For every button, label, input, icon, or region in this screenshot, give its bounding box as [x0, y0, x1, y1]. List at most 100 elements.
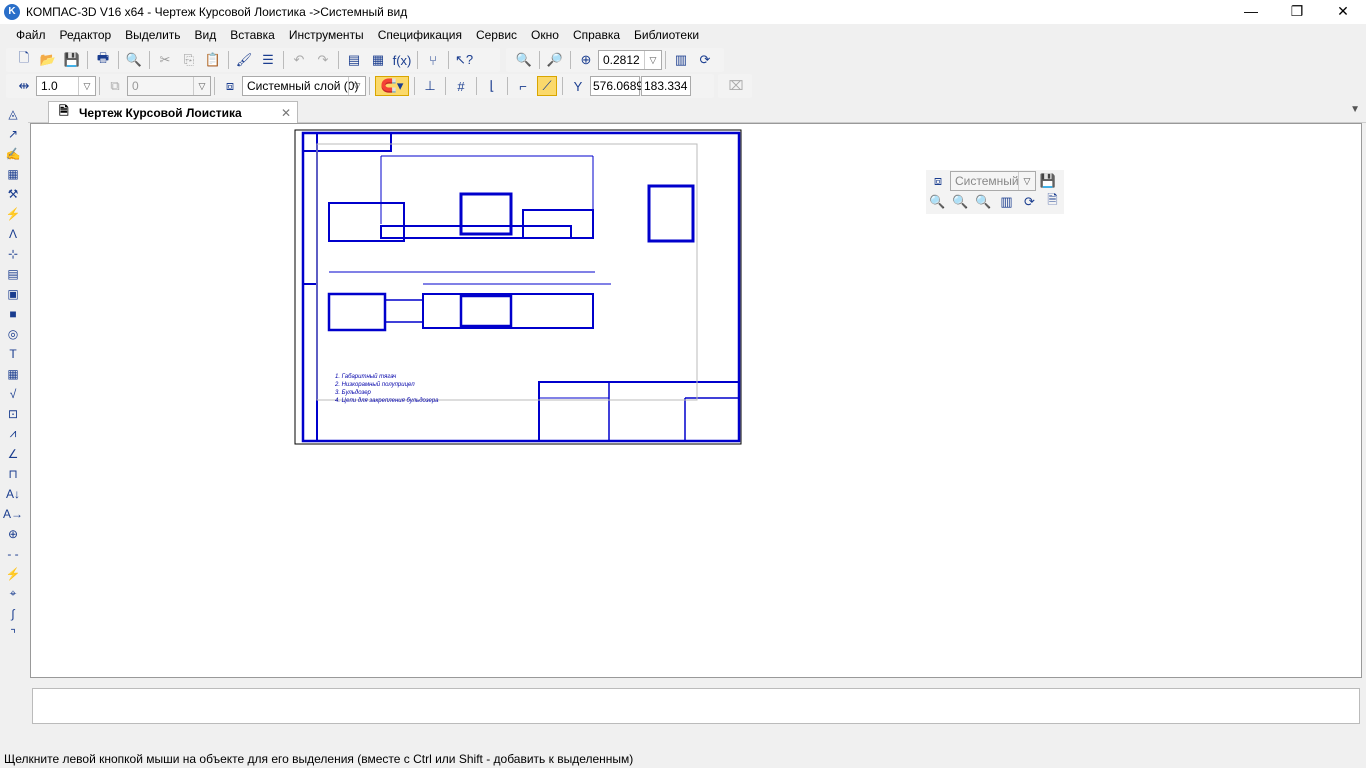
zoom-all-icon[interactable]: 🔍 [951, 192, 970, 212]
zoom-window-icon[interactable]: 🔍 [514, 50, 534, 70]
save-view-icon[interactable]: 💾 [1038, 171, 1058, 191]
variables-fx-icon[interactable]: f(x) [392, 50, 412, 70]
chevron-down-icon[interactable]: ▽ [644, 51, 661, 69]
measure-icon[interactable]: ⚡ [3, 204, 23, 223]
center-mark-icon[interactable]: ⌖ [3, 584, 23, 603]
text-icon[interactable]: T [3, 344, 23, 363]
angle-combo[interactable]: 0 ▽ [127, 76, 211, 96]
zoom-window-icon[interactable]: 🔍 [928, 192, 947, 212]
print-icon[interactable]: 🖶 [93, 50, 113, 70]
round-snap-icon[interactable]: ⟋ [537, 76, 557, 96]
paste-icon[interactable]: 📋 [203, 50, 223, 70]
refresh-icon[interactable]: ⟳ [695, 50, 715, 70]
layout-icon[interactable]: ▥ [997, 192, 1016, 212]
close-tab-icon[interactable]: ✕ [281, 106, 291, 120]
view-combo[interactable]: Системный ▽ [950, 171, 1036, 191]
menu-service[interactable]: Сервис [476, 28, 517, 42]
view-floating-panel: ⧈ Системный ▽ 💾 🔍 🔍 🔍 ▥ ⟳ 🗎 [926, 170, 1064, 214]
zoom-in-icon[interactable]: ⊕ [576, 50, 596, 70]
minimize-button[interactable]: — [1228, 0, 1274, 24]
fragment-icon[interactable]: ◎ [3, 324, 23, 343]
chevron-down-icon[interactable]: ▽ [348, 77, 365, 95]
angle-icon[interactable]: ⧉ [105, 76, 125, 96]
tabs-menu-chevron-icon[interactable]: ▼ [1350, 104, 1360, 115]
coord-y-field[interactable]: 183.334 [641, 76, 691, 96]
roughness-icon[interactable]: √ [3, 384, 23, 403]
grid-icon[interactable]: # [451, 76, 471, 96]
views-icon[interactable]: ⊹ [3, 244, 23, 263]
drawing-canvas[interactable]: 1. Габаритный тягач 2. Низкорамный полуп… [30, 123, 1362, 678]
open-icon[interactable]: 📂 [38, 50, 58, 70]
format-brush-icon[interactable]: 🖌 [234, 50, 254, 70]
line-dim-icon[interactable]: A↓ [3, 484, 23, 503]
ortho-icon[interactable]: ⊥ [420, 76, 440, 96]
coord-x-field[interactable]: 576.0689 [590, 76, 643, 96]
layout-icon[interactable]: ▥ [671, 50, 691, 70]
chevron-down-icon[interactable]: ▽ [78, 77, 95, 95]
lightning-icon[interactable]: ⚡ [3, 564, 23, 583]
dashed-line-icon[interactable]: - - [3, 544, 23, 563]
ortho-mode-icon[interactable]: ⌐ [513, 76, 533, 96]
chevron-down-icon[interactable]: ▽ [193, 77, 210, 95]
menu-file[interactable]: Файл [16, 28, 46, 42]
select-icon[interactable]: Λ [3, 224, 23, 243]
menu-select[interactable]: Выделить [125, 28, 180, 42]
layers-icon[interactable]: ⧈ [928, 171, 948, 191]
table-icon[interactable]: ▦ [3, 364, 23, 383]
step-cursor-icon[interactable]: ⇹ [14, 76, 34, 96]
snap-magnet-icon[interactable]: 🧲▾ [375, 76, 409, 96]
gray-tool-icon[interactable]: ⌧ [726, 76, 746, 96]
leader-icon[interactable]: ⩘ [3, 424, 23, 443]
wave-line-icon[interactable]: ∫ [3, 604, 23, 623]
dimensions-icon[interactable]: ↗ [3, 124, 23, 143]
zoom-all-icon[interactable]: 🔎 [545, 50, 565, 70]
arrow-icon[interactable]: ⌝ [3, 624, 23, 643]
refresh-icon[interactable]: ⟳ [1020, 192, 1039, 212]
local-cs-icon[interactable]: ⌊ [482, 76, 502, 96]
tab-drawing[interactable]: 🗎 Чертеж Курсовой Лоистика ✕ [48, 101, 298, 123]
calculator-icon[interactable]: ⑂ [423, 50, 443, 70]
help-pointer-icon[interactable]: ↖? [454, 50, 474, 70]
close-button[interactable]: ✕ [1320, 0, 1366, 24]
menu-tools[interactable]: Инструменты [289, 28, 364, 42]
undo-icon[interactable]: ↶ [289, 50, 309, 70]
step-value: 1.0 [41, 79, 58, 93]
save-icon[interactable]: 💾 [62, 50, 82, 70]
frame-icon[interactable]: ⊓ [3, 464, 23, 483]
reports-icon[interactable]: ▣ [3, 284, 23, 303]
axis-icon[interactable]: ⊕ [3, 524, 23, 543]
zoom-1-1-icon[interactable]: 🔍 [974, 192, 993, 212]
redo-icon[interactable]: ↷ [313, 50, 333, 70]
preview-icon[interactable]: 🔍 [124, 50, 144, 70]
label-icon[interactable]: A→ [3, 504, 23, 523]
menu-view[interactable]: Вид [195, 28, 217, 42]
layer-combo[interactable]: Системный слой (0) ▽ [242, 76, 366, 96]
chevron-down-icon[interactable]: ▽ [1018, 172, 1035, 190]
menu-specification[interactable]: Спецификация [378, 28, 462, 42]
geometry-icon[interactable]: ◬ [3, 104, 23, 123]
insert-icon[interactable]: ■ [3, 304, 23, 323]
menu-window[interactable]: Окно [531, 28, 559, 42]
properties-icon[interactable]: ☰ [258, 50, 278, 70]
preview-icon[interactable]: 🗎 [1043, 192, 1062, 212]
designations-icon[interactable]: ✍ [3, 144, 23, 163]
menu-help[interactable]: Справка [573, 28, 620, 42]
menu-edit[interactable]: Редактор [60, 28, 112, 42]
cursor-coords-icon[interactable]: Y [568, 76, 588, 96]
copy-icon[interactable]: ⎘ [179, 50, 199, 70]
cut-icon[interactable]: ✂ [155, 50, 175, 70]
zoom-scale-combo[interactable]: 0.2812 ▽ [598, 50, 662, 70]
manager-icon[interactable]: ▤ [344, 50, 364, 70]
base-icon[interactable]: ⊡ [3, 404, 23, 423]
spec-icon[interactable]: ▤ [3, 264, 23, 283]
tolerance-icon[interactable]: ∠ [3, 444, 23, 463]
layers-icon[interactable]: ⧈ [220, 76, 240, 96]
step-combo[interactable]: 1.0 ▽ [36, 76, 96, 96]
parametrization-icon[interactable]: ⚒ [3, 184, 23, 203]
menu-libraries[interactable]: Библиотеки [634, 28, 699, 42]
new-document-icon[interactable]: 🗋 [14, 50, 34, 70]
edit-icon[interactable]: ▦ [3, 164, 23, 183]
menu-insert[interactable]: Вставка [230, 28, 275, 42]
library-icon[interactable]: ▦ [368, 50, 388, 70]
restore-button[interactable]: ❐ [1274, 0, 1320, 24]
